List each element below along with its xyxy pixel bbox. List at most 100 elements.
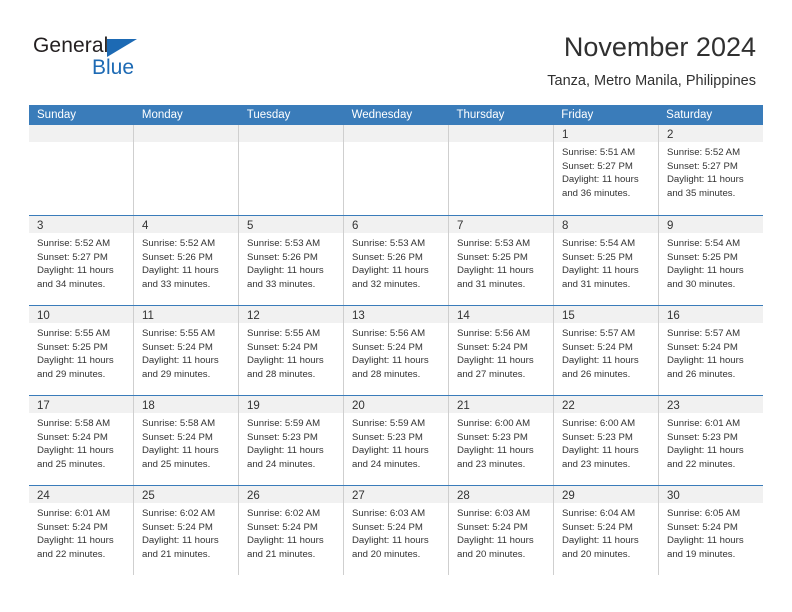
daylight-text: Daylight: 11 hours [667,355,744,367]
day-details: Sunrise: 6:03 AM Sunset: 5:24 PM Daylight:… [344,503,448,561]
sunrise-text: Sunrise: 6:03 AM [352,508,426,519]
calendar-day-cell[interactable]: 21 Sunrise: 6:00 AM Sunset: 5:23 PM Dayligh… [448,396,553,485]
calendar-day-cell[interactable]: 29 Sunrise: 6:04 AM Sunset: 5:24 PM Dayligh… [553,486,658,575]
daylight-text: and 30 minutes. [667,278,736,290]
sunrise-text: Sunrise: 5:53 AM [247,238,321,249]
calendar-day-cell[interactable]: 14 Sunrise: 5:56 AM Sunset: 5:24 PM Dayligh… [448,306,553,395]
calendar-weeks: 1 Sunrise: 5:51 AM Sunset: 5:27 PM Daylight… [29,125,763,575]
calendar-day-cell[interactable]: 12 Sunrise: 5:55 AM Sunset: 5:24 PM Dayligh… [238,306,343,395]
calendar-day-cell[interactable]: 1 Sunrise: 5:51 AM Sunset: 5:27 PM Daylight… [553,125,658,215]
calendar-day-cell[interactable]: 3 Sunrise: 5:52 AM Sunset: 5:27 PM Daylight… [29,216,133,305]
day-number: 28 [457,490,470,502]
sunrise-text: Sunrise: 5:59 AM [352,418,426,429]
calendar-day-cell[interactable]: 13 Sunrise: 5:56 AM Sunset: 5:24 PM Dayligh… [343,306,448,395]
calendar-day-cell[interactable]: 28 Sunrise: 6:03 AM Sunset: 5:24 PM Dayligh… [448,486,553,575]
calendar-day-cell[interactable]: 4 Sunrise: 5:52 AM Sunset: 5:26 PM Daylight… [133,216,238,305]
day-number-bar: 30 [659,486,763,503]
sunrise-text: Sunrise: 6:03 AM [457,508,531,519]
sunrise-text: Sunrise: 5:55 AM [247,328,321,339]
blue-triangle-icon [107,39,137,57]
day-details: Sunrise: 5:59 AM Sunset: 5:23 PM Daylight:… [239,413,343,471]
calendar-day-cell[interactable]: 2 Sunrise: 5:52 AM Sunset: 5:27 PM Daylight… [658,125,763,215]
daylight-text: and 20 minutes. [457,548,526,560]
day-details: Sunrise: 5:54 AM Sunset: 5:25 PM Daylight:… [554,233,658,291]
calendar-day-cell[interactable]: 18 Sunrise: 5:58 AM Sunset: 5:24 PM Dayligh… [133,396,238,485]
calendar-day-cell[interactable]: 7 Sunrise: 5:53 AM Sunset: 5:25 PM Daylight… [448,216,553,305]
day-number: 14 [457,310,470,322]
general-blue-logo[interactable]: General Blue [33,34,163,86]
sunrise-text: Sunrise: 5:58 AM [142,418,216,429]
day-details: Sunrise: 5:52 AM Sunset: 5:27 PM Daylight:… [29,233,133,291]
day-number-bar: 20 [344,396,448,413]
calendar-day-cell[interactable]: 26 Sunrise: 6:02 AM Sunset: 5:24 PM Dayligh… [238,486,343,575]
day-details: Sunrise: 6:01 AM Sunset: 5:23 PM Daylight:… [659,413,763,471]
calendar-day-cell[interactable]: 6 Sunrise: 5:53 AM Sunset: 5:26 PM Daylight… [343,216,448,305]
sunrise-text: Sunrise: 6:05 AM [667,508,741,519]
day-number: 10 [37,310,50,322]
daylight-text: and 32 minutes. [352,278,421,290]
daylight-text: and 26 minutes. [667,368,736,380]
day-number-bar: 29 [554,486,658,503]
calendar-day-cell[interactable]: 25 Sunrise: 6:02 AM Sunset: 5:24 PM Dayligh… [133,486,238,575]
day-number-bar: 5 [239,216,343,233]
day-number-bar: 11 [134,306,238,323]
page-title: November 2024 [563,32,756,62]
day-number-bar: 27 [344,486,448,503]
day-header-thursday: Thursday [456,109,505,121]
daylight-text: Daylight: 11 hours [37,445,114,457]
day-number-bar: 16 [659,306,763,323]
day-details: Sunrise: 5:58 AM Sunset: 5:24 PM Daylight:… [29,413,133,471]
sunset-text: Sunset: 5:25 PM [457,251,528,263]
day-details: Sunrise: 5:56 AM Sunset: 5:24 PM Daylight:… [449,323,553,381]
sunset-text: Sunset: 5:24 PM [37,431,108,443]
day-number-bar: 21 [449,396,553,413]
sunset-text: Sunset: 5:23 PM [247,431,318,443]
day-header-saturday: Saturday [666,109,713,121]
daylight-text: and 20 minutes. [352,548,421,560]
sunset-text: Sunset: 5:23 PM [457,431,528,443]
calendar-day-cell[interactable]: 10 Sunrise: 5:55 AM Sunset: 5:25 PM Dayligh… [29,306,133,395]
calendar-day-cell[interactable]: 30 Sunrise: 6:05 AM Sunset: 5:24 PM Dayligh… [658,486,763,575]
calendar-day-cell[interactable]: 15 Sunrise: 5:57 AM Sunset: 5:24 PM Dayligh… [553,306,658,395]
sunset-text: Sunset: 5:26 PM [142,251,213,263]
daylight-text: Daylight: 11 hours [352,265,429,277]
daylight-text: and 20 minutes. [562,548,631,560]
day-number: 2 [667,129,674,141]
calendar-day-cell[interactable]: 9 Sunrise: 5:54 AM Sunset: 5:25 PM Daylight… [658,216,763,305]
calendar-day-cell[interactable]: 19 Sunrise: 5:59 AM Sunset: 5:23 PM Dayligh… [238,396,343,485]
sunset-text: Sunset: 5:27 PM [37,251,108,263]
calendar-day-cell[interactable]: 8 Sunrise: 5:54 AM Sunset: 5:25 PM Daylight… [553,216,658,305]
day-number-bar: 13 [344,306,448,323]
calendar-day-cell[interactable]: 22 Sunrise: 6:00 AM Sunset: 5:23 PM Dayligh… [553,396,658,485]
calendar-day-cell[interactable]: 20 Sunrise: 5:59 AM Sunset: 5:23 PM Dayligh… [343,396,448,485]
daylight-text: Daylight: 11 hours [667,535,744,547]
daylight-text: and 26 minutes. [562,368,631,380]
calendar-day-cell[interactable]: 5 Sunrise: 5:53 AM Sunset: 5:26 PM Daylight… [238,216,343,305]
day-number: 18 [142,400,155,412]
sunrise-text: Sunrise: 5:56 AM [457,328,531,339]
day-number: 9 [667,220,674,232]
daylight-text: and 22 minutes. [667,458,736,470]
daylight-text: Daylight: 11 hours [667,445,744,457]
calendar-day-cell[interactable]: 27 Sunrise: 6:03 AM Sunset: 5:24 PM Dayligh… [343,486,448,575]
calendar-day-cell[interactable]: 17 Sunrise: 5:58 AM Sunset: 5:24 PM Dayligh… [29,396,133,485]
day-details: Sunrise: 5:52 AM Sunset: 5:26 PM Daylight:… [134,233,238,291]
daylight-text: Daylight: 11 hours [142,535,219,547]
daylight-text: Daylight: 11 hours [247,535,324,547]
sunrise-text: Sunrise: 6:02 AM [142,508,216,519]
calendar-day-cell[interactable]: 11 Sunrise: 5:55 AM Sunset: 5:24 PM Dayligh… [133,306,238,395]
daylight-text: Daylight: 11 hours [667,174,744,186]
daylight-text: and 25 minutes. [37,458,106,470]
calendar-day-cell[interactable]: 24 Sunrise: 6:01 AM Sunset: 5:24 PM Dayligh… [29,486,133,575]
sunset-text: Sunset: 5:23 PM [562,431,633,443]
day-number-bar: 9 [659,216,763,233]
day-number: 7 [457,220,464,232]
daylight-text: Daylight: 11 hours [142,355,219,367]
calendar-day-cell[interactable]: 23 Sunrise: 6:01 AM Sunset: 5:23 PM Dayligh… [658,396,763,485]
day-details [29,142,133,146]
sunrise-text: Sunrise: 5:57 AM [562,328,636,339]
day-number: 30 [667,490,680,502]
sunrise-text: Sunrise: 5:58 AM [37,418,111,429]
calendar-day-cell[interactable]: 16 Sunrise: 5:57 AM Sunset: 5:24 PM Dayligh… [658,306,763,395]
day-number: 6 [352,220,359,232]
